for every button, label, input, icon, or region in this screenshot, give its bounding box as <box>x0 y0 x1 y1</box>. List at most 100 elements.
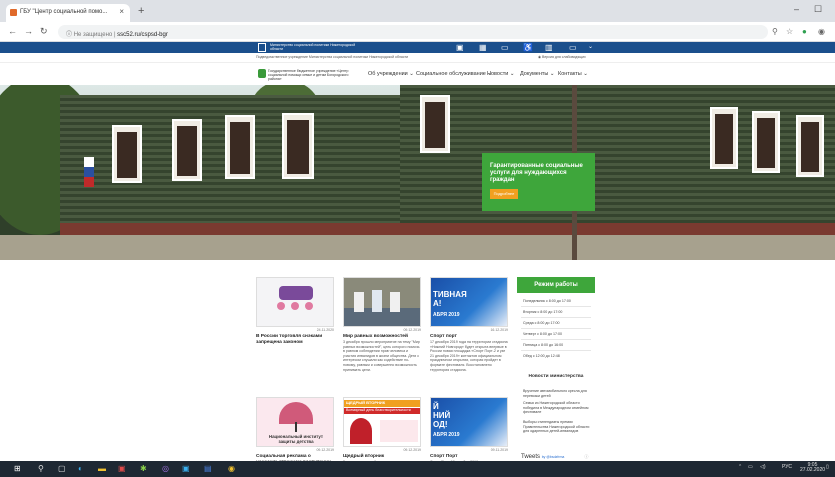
ministry-name: Министерство социальной политики Нижегор… <box>270 43 356 51</box>
chrome-icon[interactable]: ◉ <box>228 464 235 474</box>
house-window <box>420 95 450 153</box>
monitor-icon[interactable]: ▭ <box>569 43 577 52</box>
maximize-button[interactable]: ☐ <box>814 4 822 15</box>
news-excerpt: 17 декабря 2019 года на территории стади… <box>430 340 508 372</box>
house-window <box>796 115 824 177</box>
schedule-row: Понедельник с 8:00 до 17:00 <box>523 299 571 303</box>
house-window <box>225 115 255 179</box>
news-title[interactable]: В России торговля снэками запрещена зако… <box>256 334 334 345</box>
nav-item-about[interactable]: Об учреждении ⌄ <box>368 71 414 77</box>
start-windows-icon[interactable]: ⊞ <box>14 464 21 474</box>
news-date: 09.12.2019 <box>316 448 334 452</box>
profile-avatar-icon[interactable]: ◉ <box>818 27 825 36</box>
hero-banner: Гарантированные социальные услуги для ну… <box>0 85 835 260</box>
news-title[interactable]: Щедрый вторник <box>343 454 421 460</box>
news-image: Национальный институт защиты детства <box>256 397 334 447</box>
ministry-news-item[interactable]: Выборы стипендиаты премии Правительства … <box>523 420 593 434</box>
tab-title: ГБУ "Центр социальной помо... <box>20 9 108 15</box>
task-view-icon[interactable]: ▢ <box>58 464 66 474</box>
ministry-news-item[interactable]: Семья из Нижегородской области победила … <box>523 401 593 415</box>
org-logo-icon[interactable] <box>258 69 266 78</box>
file-explorer-icon[interactable]: ▬ <box>98 464 106 474</box>
nav-item-contacts[interactable]: Контакты ⌄ <box>558 71 588 77</box>
news-date: 09.12.2019 <box>403 448 421 452</box>
news-excerpt: 3 декабря прошло мероприятие на тему "Ми… <box>343 340 420 372</box>
edge-browser-icon[interactable]: ◐ <box>78 464 83 474</box>
forward-arrow-icon[interactable]: → <box>24 26 33 36</box>
ministry-news-item[interactable]: Вручение автомобильного кресла для перев… <box>523 389 593 398</box>
word-icon[interactable]: ▤ <box>204 464 212 474</box>
house-window <box>282 113 314 179</box>
news-date: 09.12.2019 <box>403 328 421 332</box>
app-icon[interactable]: ▣ <box>182 464 190 474</box>
notifications-icon[interactable]: ▯ <box>826 464 829 470</box>
not-secure-label: Не защищено <box>73 32 113 38</box>
news-image: ЩЕДРЫЙ ВТОРНИК Всемирный день благотвори… <box>343 397 421 447</box>
news-title[interactable]: Спорт порт <box>430 334 508 340</box>
clock[interactable]: 9:05 27.02.2020 <box>800 463 825 473</box>
work-hours-title: Режим работы <box>517 277 595 293</box>
news-title[interactable]: Спорт Порт <box>430 454 508 460</box>
minimize-button[interactable]: – <box>794 4 799 14</box>
schedule-row: Четверг с 8:00 до 17:00 <box>523 332 562 336</box>
info-icon: ⓘ <box>66 32 73 38</box>
back-arrow-icon[interactable]: ← <box>8 26 17 36</box>
hero-title: Гарантированные социальные услуги для ну… <box>490 163 583 183</box>
chevron-down-icon[interactable]: ⌄ <box>588 43 593 52</box>
chart-icon[interactable]: ▥ <box>545 43 553 52</box>
nav-item-social-service[interactable]: Социальное обслуживание ⌄ <box>416 71 492 77</box>
schedule-row: Вторник с 8:00 до 17:00 <box>523 310 563 314</box>
calculator-icon[interactable]: ▦ <box>479 43 487 52</box>
ministry-news-title: Новости министерства <box>528 374 584 379</box>
house-window <box>172 119 202 181</box>
new-tab-button[interactable]: + <box>138 5 144 17</box>
bookmark-star-icon[interactable]: ☆ <box>786 27 793 36</box>
app-icon[interactable]: ✱ <box>140 464 147 474</box>
ground <box>0 235 835 260</box>
close-tab-icon[interactable]: × <box>119 7 124 16</box>
news-date: 24.11.2020 <box>316 328 334 332</box>
main-navigation: Государственное бюджетное учреждение «Це… <box>0 63 835 85</box>
house-window <box>710 107 738 169</box>
language-indicator[interactable]: РУС <box>782 464 792 470</box>
browser-tab[interactable]: ГБУ "Центр социальной помо... × <box>6 4 130 22</box>
url-text: ssc52.ru/cspsd-bgr <box>117 32 168 38</box>
news-image <box>343 277 421 327</box>
browser-tab-bar: ГБУ "Центр социальной помо... × + – ☐ <box>0 0 835 22</box>
visually-impaired-link[interactable]: ◉ Версия для слабовидящих <box>538 55 586 59</box>
browser-address-bar: ← → ↻ ⓘ Не защищено | ssc52.ru/cspsd-bgr… <box>0 22 835 42</box>
tweets-widget[interactable]: Tweets by @bsdzfrma ⓘ <box>521 454 588 460</box>
house-window <box>112 125 142 183</box>
reload-icon[interactable]: ↻ <box>40 26 48 37</box>
zoom-icon[interactable]: ⚲ <box>772 27 778 36</box>
schedule-row: Пятница с 8:00 до 16:00 <box>523 343 564 347</box>
accessibility-icon[interactable]: ♿ <box>523 43 533 52</box>
viber-icon[interactable]: ◎ <box>162 464 169 474</box>
url-input[interactable]: ⓘ Не защищено | ssc52.ru/cspsd-bgr <box>58 25 768 39</box>
news-image: ТИВНАЯ А! АБРЯ 2019 <box>430 277 508 327</box>
windows-taskbar: ⊞ ⚲ ▢ ◐ ▬ ▣ ✱ ◎ ▣ ▤ ◉ ⌃ ▭ ◁) РУС 9:05 27.… <box>0 461 835 477</box>
search-icon[interactable]: ⚲ <box>38 464 44 474</box>
ministry-emblem-icon <box>258 43 266 52</box>
house-window <box>752 111 780 173</box>
calendar-icon[interactable]: ▣ <box>456 43 464 52</box>
russian-flag <box>84 157 94 187</box>
extension-shield-icon[interactable]: ● <box>802 27 807 36</box>
site-favicon-icon <box>10 9 17 16</box>
site-top-bar: Министерство социальной политики Нижегор… <box>0 42 835 53</box>
news-title[interactable]: Мир равных возможностей <box>343 334 421 340</box>
schedule-row: Обед с 12:00 до 12:48 <box>523 354 560 358</box>
card-icon[interactable]: ▭ <box>501 43 509 52</box>
news-date: 16.12.2019 <box>490 328 508 332</box>
nav-item-documents[interactable]: Документы ⌄ <box>520 71 555 77</box>
network-icon[interactable]: ▭ <box>748 464 753 470</box>
tray-chevron-icon[interactable]: ⌃ <box>738 464 742 470</box>
info-icon: ⓘ <box>584 454 589 459</box>
news-date: 09.11.2019 <box>490 448 508 452</box>
volume-icon[interactable]: ◁) <box>760 464 766 470</box>
org-name: Государственное бюджетное учреждение «Це… <box>268 69 349 81</box>
app-icon[interactable]: ▣ <box>118 464 126 474</box>
schedule-row: Среда с 8:00 до 17:00 <box>523 321 560 325</box>
nav-item-news[interactable]: Новости ⌄ <box>487 71 514 77</box>
hero-more-button[interactable]: Подробнее <box>490 189 518 199</box>
